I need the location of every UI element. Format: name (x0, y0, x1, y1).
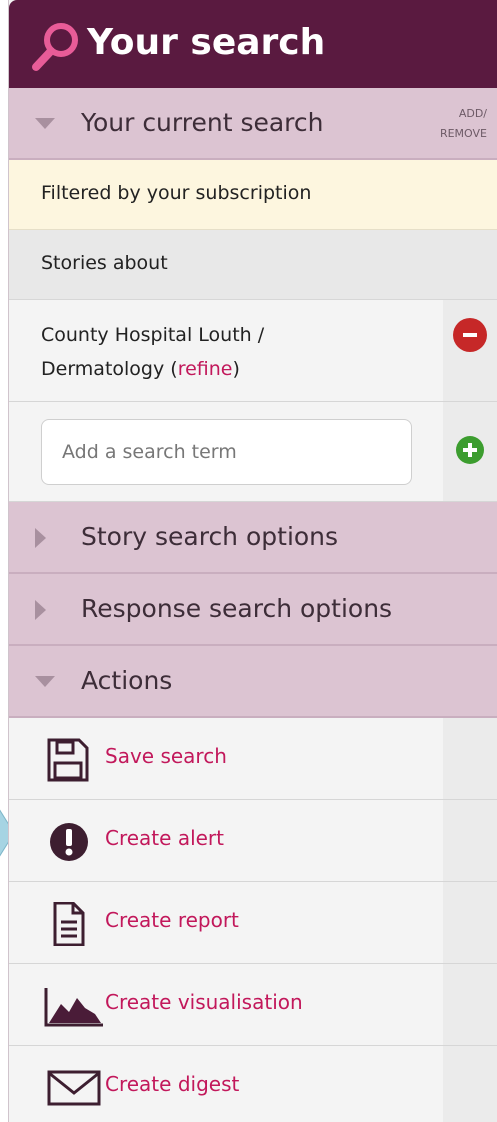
term-suffix: ) (232, 358, 240, 380)
triangle-down-icon (35, 118, 55, 129)
action-save-search[interactable]: Save search (9, 718, 497, 800)
create-digest-label: Create digest (105, 1072, 240, 1096)
actions-header[interactable]: Actions (9, 646, 497, 718)
save-search-label: Save search (105, 744, 227, 768)
action-side-column (443, 800, 497, 881)
create-report-label: Create report (105, 908, 239, 932)
action-side-column (443, 718, 497, 799)
document-icon (53, 902, 85, 946)
triangle-right-icon (35, 528, 46, 548)
action-side-column (443, 882, 497, 963)
response-search-options-header[interactable]: Response search options (9, 574, 497, 646)
search-term-text: County Hospital Louth / Dermatology (ref… (41, 318, 264, 386)
action-create-alert[interactable]: Create alert (9, 800, 497, 882)
search-panel: Your search Your current search ADD/ REM… (8, 0, 497, 1122)
search-term-row: County Hospital Louth / Dermatology (ref… (9, 300, 497, 402)
triangle-right-icon (35, 600, 46, 620)
term-line2-text: Dermatology ( (41, 358, 178, 380)
page-title: Your search (87, 22, 326, 63)
subscription-filter-note: Filtered by your subscription (9, 160, 497, 230)
add-term-button[interactable] (456, 436, 484, 464)
action-create-digest[interactable]: Create digest (9, 1046, 497, 1122)
search-term-input[interactable] (41, 419, 412, 485)
current-search-header[interactable]: Your current search ADD/ REMOVE (9, 88, 497, 160)
create-visualisation-label: Create visualisation (105, 990, 303, 1014)
add-remove-line2: REMOVE (439, 127, 487, 140)
create-alert-label: Create alert (105, 826, 224, 850)
add-remove-link[interactable]: ADD/ REMOVE (440, 104, 487, 144)
refine-link[interactable]: refine (178, 358, 233, 380)
minus-icon (463, 333, 477, 337)
floppy-disk-icon (47, 738, 89, 782)
stories-about-label: Stories about (9, 230, 497, 300)
plus-icon (463, 443, 477, 457)
search-header: Your search (9, 0, 497, 88)
remove-term-button[interactable] (453, 318, 487, 352)
triangle-down-icon (35, 676, 55, 687)
add-term-row (9, 402, 497, 502)
action-side-column (443, 1046, 497, 1122)
action-create-visualisation[interactable]: Create visualisation (9, 964, 497, 1046)
term-line2: Dermatology (refine) (41, 352, 264, 386)
area-chart-icon (44, 988, 103, 1027)
action-side-column (443, 964, 497, 1045)
alert-exclamation-icon (50, 823, 88, 861)
current-search-label: Your current search (81, 108, 324, 137)
envelope-icon (47, 1070, 101, 1106)
action-create-report[interactable]: Create report (9, 882, 497, 964)
magnifier-icon (32, 23, 78, 71)
term-line1: County Hospital Louth / (41, 324, 265, 346)
actions-label: Actions (81, 666, 173, 695)
response-search-options-label: Response search options (81, 594, 393, 623)
story-search-options-header[interactable]: Story search options (9, 502, 497, 574)
story-search-options-label: Story search options (81, 522, 339, 551)
add-remove-line1: ADD/ (458, 107, 487, 120)
